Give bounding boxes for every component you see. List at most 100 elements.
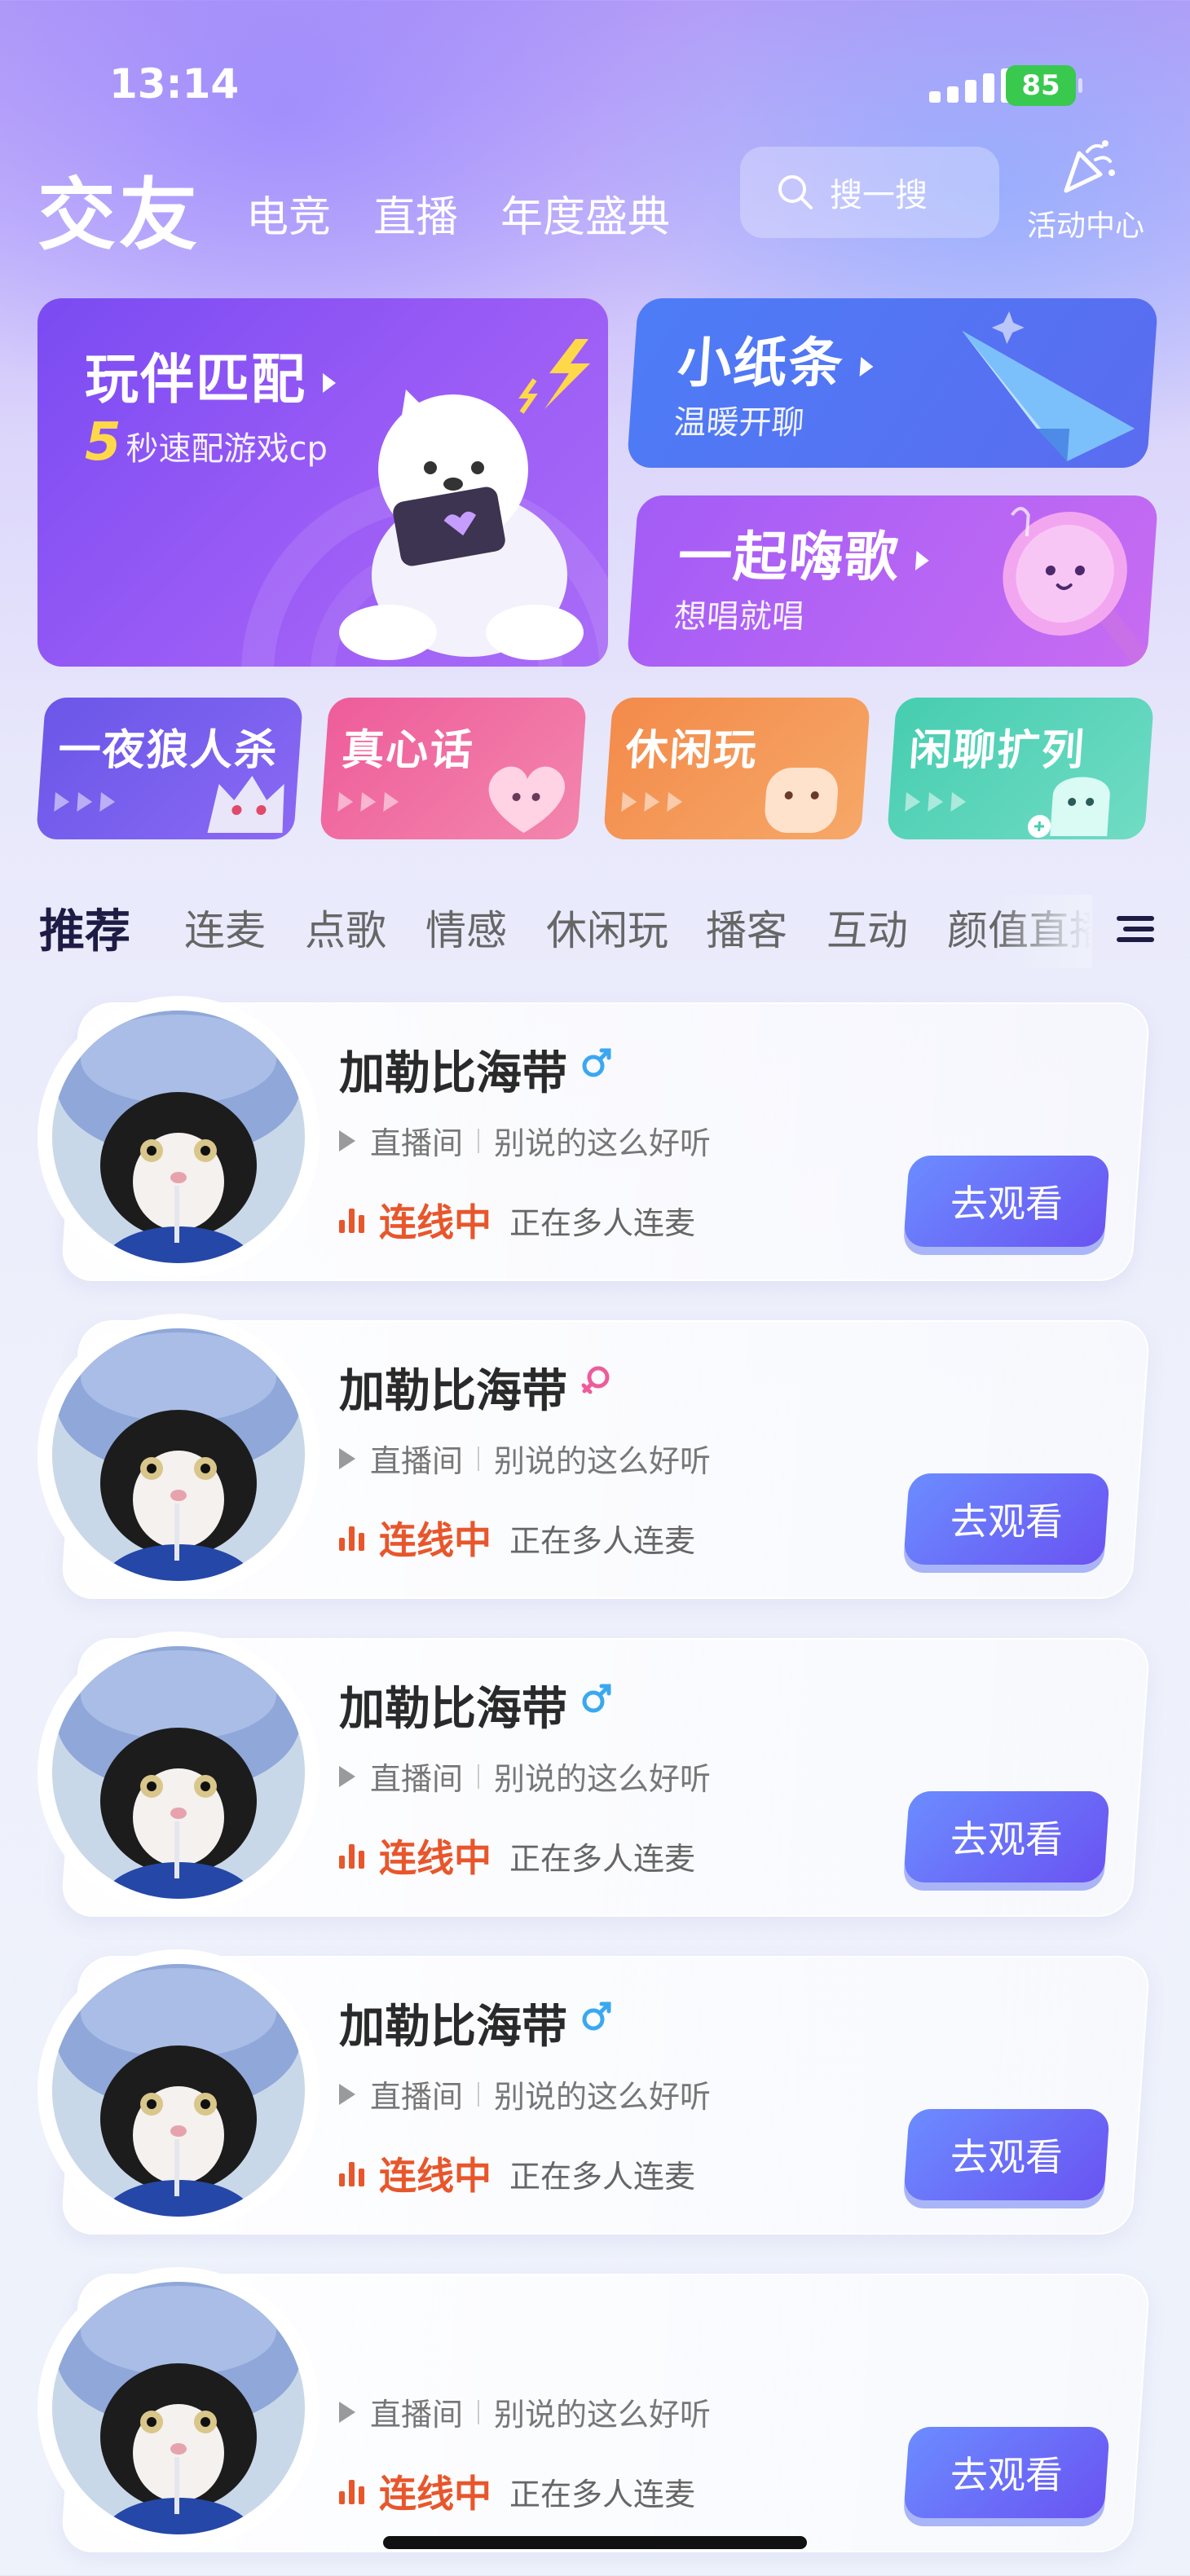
room-topic: 别说的这么好听	[494, 1443, 712, 1479]
play-icon	[339, 1765, 355, 1787]
user-name: 加勒比海带	[339, 1365, 567, 1418]
room-topic: 别说的这么好听	[494, 2079, 712, 2115]
sound-wave-icon	[339, 2160, 364, 2186]
status-time: 13:14	[109, 60, 240, 108]
watch-button[interactable]: 去观看	[903, 2427, 1110, 2518]
heart-mascot-icon	[488, 766, 565, 833]
nav-tab-annual-gala[interactable]: 年度盛典	[500, 183, 670, 244]
live-state: 连线中	[379, 1200, 491, 1244]
mini-card-truth[interactable]: 真心话	[319, 698, 588, 839]
live-description: 正在多人连麦	[509, 1204, 696, 1241]
avatar[interactable]	[37, 1314, 320, 1596]
avatar[interactable]	[37, 996, 320, 1278]
male-gender-icon	[580, 2000, 613, 2036]
watch-button[interactable]: 去观看	[903, 2109, 1110, 2200]
sing-together-title: 一起嗨歌	[676, 526, 902, 588]
room-info: 直播间 别说的这么好听	[339, 1754, 711, 1799]
room-topic: 别说的这么好听	[494, 1125, 712, 1161]
live-state: 连线中	[379, 1836, 491, 1880]
mini-card-chat[interactable]: 闲聊扩列	[886, 698, 1155, 839]
watch-button-label: 去观看	[950, 1499, 1063, 1543]
live-description: 正在多人连麦	[509, 1840, 696, 1877]
paper-note-card[interactable]: 小纸条 温暖开聊	[626, 298, 1159, 468]
live-status: 连线中 正在多人连麦	[339, 1511, 695, 1565]
room-info: 直播间 别说的这么好听	[339, 1436, 711, 1481]
female-gender-icon	[580, 1364, 613, 1400]
male-gender-icon	[580, 1046, 613, 1082]
play-icon	[339, 2401, 355, 2423]
watch-button[interactable]: 去观看	[903, 1156, 1110, 1247]
play-icon	[339, 1447, 355, 1469]
menu-icon[interactable]	[1117, 913, 1154, 945]
watch-button-label: 去观看	[950, 1182, 1063, 1226]
sing-together-card[interactable]: 一起嗨歌 想唱就唱	[626, 495, 1159, 667]
nav-tab-esports[interactable]: 电竞	[246, 183, 331, 244]
partner-match-title: 玩伴匹配	[85, 348, 306, 411]
room-topic: 别说的这么好听	[494, 2397, 712, 2433]
activity-center-button[interactable]: 活动中心	[1017, 137, 1154, 244]
avatar[interactable]	[37, 1631, 320, 1913]
tab-interaction[interactable]: 互动	[826, 898, 908, 957]
sound-wave-icon	[339, 1525, 364, 1551]
partner-match-card[interactable]: 玩伴匹配 5 秒速配游戏cp	[37, 298, 608, 667]
watch-button-label: 去观看	[950, 2453, 1063, 2497]
watch-button-label: 去观看	[950, 2135, 1063, 2179]
avatar[interactable]	[37, 1949, 320, 2231]
wolf-mascot-icon	[207, 776, 284, 833]
category-tabs: 推荐 连麦 点歌 情感 休闲玩 播客 互动 颜值直播	[0, 895, 1190, 968]
tab-podcast[interactable]: 播客	[706, 898, 787, 957]
seal-mascot-icon	[339, 339, 590, 660]
male-gender-icon	[580, 1682, 613, 1718]
play-icon	[339, 2083, 355, 2105]
room-type: 直播间	[370, 2397, 464, 2433]
top-header: 交友 电竞 直播 年度盛典 搜一搜 活动中心	[0, 140, 1190, 269]
tab-casual-play[interactable]: 休闲玩	[546, 898, 668, 957]
live-status: 连线中 正在多人连麦	[339, 1829, 695, 1882]
arrow-right-icon	[915, 550, 930, 570]
chevrons-icon	[54, 792, 116, 812]
nav-tab-live[interactable]: 直播	[373, 183, 458, 244]
sound-wave-icon	[339, 1207, 364, 1233]
watch-button[interactable]: 去观看	[903, 1473, 1110, 1565]
status-bar: 13:14 85	[0, 0, 1190, 163]
live-description: 正在多人连麦	[509, 2158, 696, 2195]
live-state: 连线中	[379, 2472, 491, 2516]
list-item[interactable]: 加勒比海带 直播间 别说的这么好听 连线中 正在多人连麦 去观看	[37, 996, 1153, 1281]
sing-together-subtitle: 想唱就唱	[672, 598, 806, 636]
room-type: 直播间	[370, 2079, 464, 2115]
partner-match-subtitle: 秒速配游戏cp	[126, 430, 328, 468]
list-item[interactable]: 加勒比海带 直播间 别说的这么好听 连线中 正在多人连麦 去观看	[37, 1631, 1153, 1917]
mini-card-casual[interactable]: 休闲玩	[602, 698, 871, 839]
sound-wave-icon	[339, 2478, 364, 2504]
tab-mic-link[interactable]: 连麦	[184, 898, 266, 957]
chevrons-icon	[621, 792, 683, 812]
tab-recommend[interactable]: 推荐	[39, 895, 130, 961]
watch-button[interactable]: 去观看	[903, 1791, 1110, 1882]
search-icon	[778, 175, 813, 209]
gamepad-mascot-icon	[765, 768, 839, 833]
list-item[interactable]: 加勒比海带 直播间 别说的这么好听 连线中 正在多人连麦 去观看	[37, 1949, 1153, 2235]
list-item[interactable]: 直播间 别说的这么好听 连线中 正在多人连麦 去观看	[37, 2267, 1153, 2552]
room-type: 直播间	[370, 1125, 464, 1161]
avatar[interactable]	[37, 2267, 320, 2549]
search-box[interactable]: 搜一搜	[740, 147, 999, 238]
room-info: 直播间 别说的这么好听	[339, 2072, 711, 2116]
tab-song-request[interactable]: 点歌	[305, 898, 386, 957]
tab-emotion[interactable]: 情感	[425, 898, 507, 957]
list-item[interactable]: 加勒比海带 直播间 别说的这么好听 连线中 正在多人连麦 去观看	[37, 1314, 1153, 1599]
room-info: 直播间 别说的这么好听	[339, 2389, 711, 2434]
chevrons-icon	[905, 792, 967, 812]
live-state: 连线中	[379, 1518, 491, 1562]
room-topic: 别说的这么好听	[494, 1761, 712, 1797]
live-state: 连线中	[379, 2154, 491, 2198]
live-description: 正在多人连麦	[509, 1522, 696, 1559]
party-popper-icon	[1064, 140, 1115, 193]
activity-center-label: 活动中心	[1026, 209, 1144, 243]
paper-plane-icon	[962, 311, 1135, 461]
live-status: 连线中 正在多人连麦	[339, 1193, 695, 1247]
paper-note-title: 小纸条	[676, 332, 847, 394]
mini-card-truth-label: 真心话	[340, 726, 476, 775]
sound-wave-icon	[339, 1843, 364, 1869]
user-name: 加勒比海带	[339, 1047, 567, 1100]
mini-card-werewolf[interactable]: 一夜狼人杀	[35, 698, 304, 839]
